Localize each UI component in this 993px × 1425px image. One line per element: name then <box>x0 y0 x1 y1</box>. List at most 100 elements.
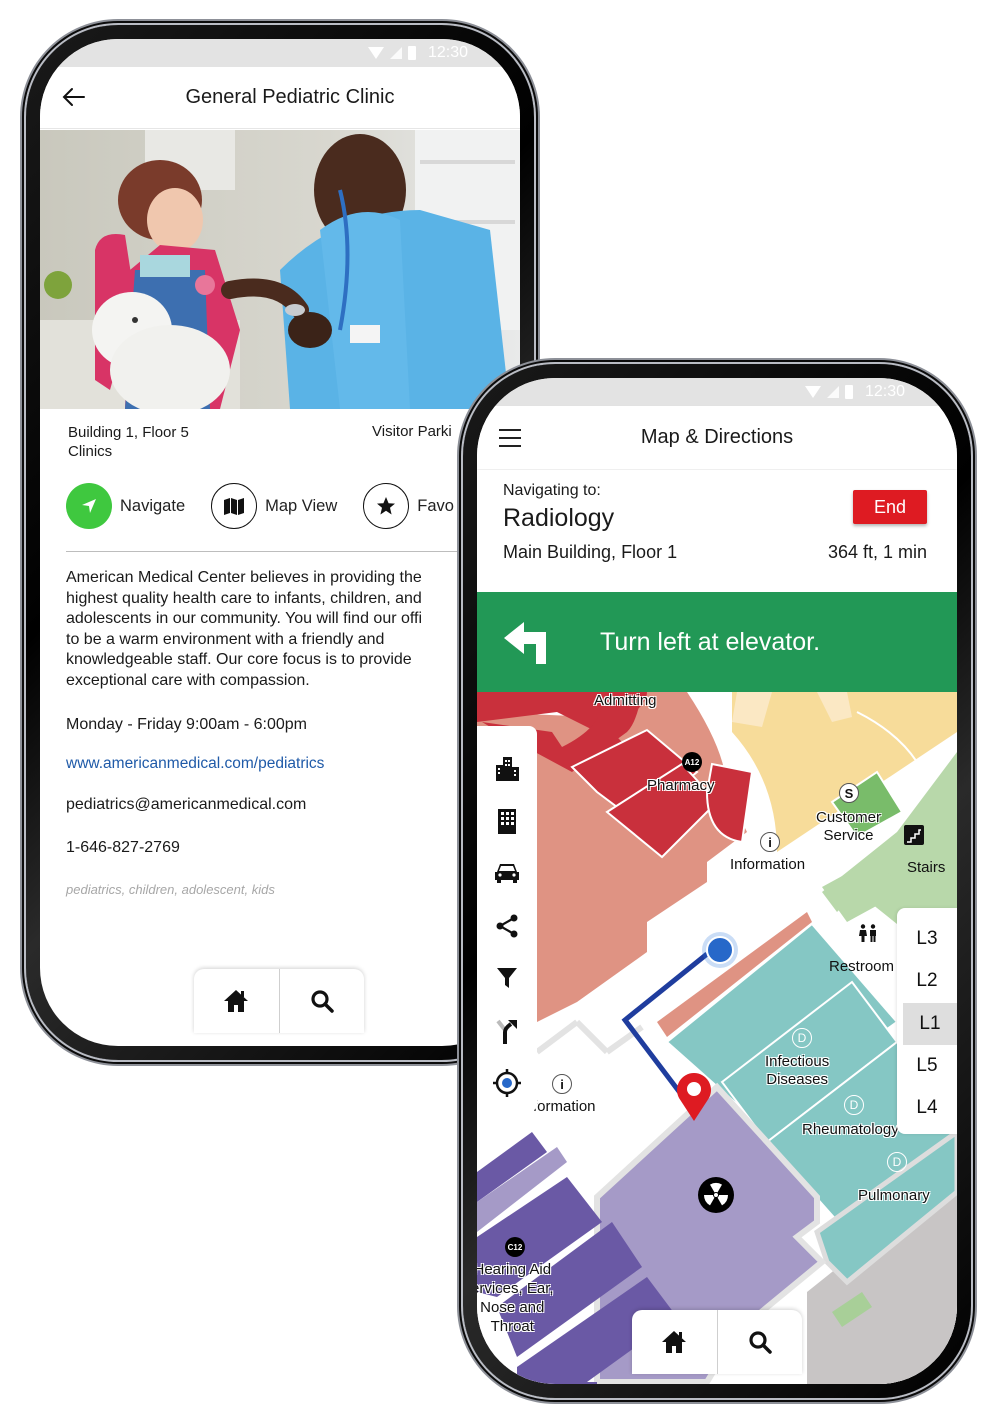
customer-service-line2: Service <box>823 827 874 844</box>
navigate-arrow-icon <box>66 483 112 529</box>
map-label-customer-service[interactable]: Customer Service <box>816 809 881 845</box>
home-button[interactable] <box>194 969 279 1033</box>
wifi-icon <box>804 386 821 398</box>
map-label-information[interactable]: Information <box>730 856 805 874</box>
map-label-stairs[interactable]: Stairs <box>907 859 945 877</box>
clinic-website-link[interactable]: www.americanmedical.com/pediatrics <box>66 755 324 773</box>
clinic-description: American Medical Center believes in prov… <box>66 569 423 689</box>
level-L1[interactable]: L1 <box>903 1002 957 1045</box>
signal-icon <box>826 386 839 398</box>
end-navigation-button[interactable]: End <box>853 490 927 524</box>
turn-left-icon <box>504 622 546 664</box>
bottom-nav <box>194 969 364 1033</box>
indoor-map[interactable]: A12 Admitting Pharmacy S Customer Servic… <box>477 692 957 1384</box>
share-icon <box>496 914 518 938</box>
hearing-line2: ervices, Ear, <box>477 1280 554 1297</box>
map-label-pulmonary[interactable]: Pulmonary <box>858 1187 930 1205</box>
infectious-line2: Diseases <box>766 1071 828 1088</box>
information-icon: i <box>552 1074 572 1094</box>
pharmacy-badge: A12 <box>682 752 702 772</box>
level-L3[interactable]: L3 <box>897 918 957 960</box>
search-button[interactable] <box>278 969 365 1033</box>
map-directions-screen: 12:30 Map & Directions Navigating to: Ra… <box>477 378 957 1384</box>
status-bar: 12:30 <box>477 378 957 406</box>
department-icon: D <box>844 1095 864 1115</box>
map-label-admitting[interactable]: Admitting <box>594 692 657 710</box>
page-title: Map & Directions <box>640 426 794 448</box>
destination-name: Radiology <box>503 504 615 532</box>
distance-eta: 364 ft, 1 min <box>827 542 927 562</box>
location-building: Building 1, Floor 5 <box>68 424 189 441</box>
buildings-button[interactable] <box>487 742 527 795</box>
filter-button[interactable] <box>487 952 527 1005</box>
level-L4[interactable]: L4 <box>897 1087 957 1129</box>
parking-button[interactable] <box>487 847 527 900</box>
star-icon <box>363 483 410 529</box>
map-label-information-2[interactable]: formation <box>533 1098 596 1116</box>
visitor-parking-link[interactable]: Visitor Parki <box>372 423 452 440</box>
home-icon <box>662 1331 687 1353</box>
divider <box>66 551 520 552</box>
map-view-label: Map View <box>265 496 338 515</box>
home-button[interactable] <box>632 1310 717 1374</box>
phone-clinic-details: 12:30 General Pediatric Clinic Building … <box>26 25 534 1060</box>
clinic-location: Building 1, Floor 5 Clinics <box>68 423 189 461</box>
battery-icon <box>407 46 416 60</box>
building-button[interactable] <box>487 795 527 848</box>
destination-location: Main Building, Floor 1 <box>503 542 678 562</box>
map-view-button[interactable]: Map View <box>211 483 337 529</box>
hearing-line1: Hearing Aid <box>477 1261 552 1278</box>
search-button[interactable] <box>716 1310 803 1374</box>
bottom-nav <box>632 1310 802 1374</box>
current-location-marker <box>702 932 738 968</box>
car-icon <box>495 864 519 884</box>
map-label-pharmacy[interactable]: Pharmacy <box>647 777 715 795</box>
navigate-label: Navigate <box>120 496 186 515</box>
search-icon <box>311 990 334 1013</box>
information-icon: i <box>760 832 780 852</box>
infectious-line1: Infectious <box>765 1053 830 1070</box>
locate-icon <box>493 1069 521 1098</box>
my-location-button[interactable] <box>487 1057 527 1110</box>
level-L5[interactable]: L5 <box>897 1045 957 1087</box>
map-icon <box>211 483 258 529</box>
clinic-details-screen: 12:30 General Pediatric Clinic Building … <box>40 39 520 1046</box>
navigate-button[interactable]: Navigate <box>66 483 185 529</box>
favorite-button[interactable]: Favo <box>363 483 454 529</box>
map-label-restroom[interactable]: Restroom <box>829 958 894 976</box>
signal-icon <box>389 47 402 59</box>
directions-button[interactable] <box>487 1005 527 1058</box>
clinic-tags: pediatrics, children, adolescent, kids <box>66 882 275 897</box>
clinic-email[interactable]: pediatrics@americanmedical.com <box>66 796 306 814</box>
status-bar: 12:30 <box>40 39 520 67</box>
department-icon: D <box>792 1028 812 1048</box>
buildings-icon <box>496 757 519 782</box>
status-time: 12:30 <box>427 44 468 61</box>
share-button[interactable] <box>487 900 527 953</box>
map-label-hearing-aid[interactable]: Hearing Aid ervices, Ear, Nose and Throa… <box>477 1260 554 1336</box>
arrow-left-icon[interactable] <box>60 83 88 111</box>
search-icon <box>749 1331 772 1354</box>
wifi-icon <box>367 47 384 59</box>
customer-service-line1: Customer <box>816 809 882 826</box>
radiation-icon[interactable] <box>698 1177 734 1213</box>
app-header: Map & Directions <box>477 406 957 469</box>
phone-map-directions: 12:30 Map & Directions Navigating to: Ra… <box>463 364 971 1398</box>
status-time: 12:30 <box>864 383 905 400</box>
stairs-icon <box>904 825 924 845</box>
clinic-phone[interactable]: 1-646-827-2769 <box>66 839 180 857</box>
filter-icon <box>497 968 517 989</box>
destination-pin-icon[interactable] <box>675 1072 713 1122</box>
instruction-text: Turn left at elevator. <box>600 627 821 656</box>
department-icon: D <box>887 1152 907 1172</box>
clinic-photo <box>40 130 520 409</box>
level-selector: L3 L2 L1 L5 L4 <box>897 908 957 1134</box>
action-row: Navigate Map View Favo <box>66 483 480 529</box>
map-toolbar <box>477 726 537 1112</box>
level-L2[interactable]: L2 <box>897 960 957 1002</box>
page-title: General Pediatric Clinic <box>185 86 395 108</box>
map-label-infectious-diseases[interactable]: Infectious Diseases <box>765 1053 829 1089</box>
hamburger-menu-icon[interactable] <box>499 429 521 447</box>
favorite-label: Favo <box>417 496 454 515</box>
map-label-rheumatology[interactable]: Rheumatology <box>802 1121 899 1139</box>
